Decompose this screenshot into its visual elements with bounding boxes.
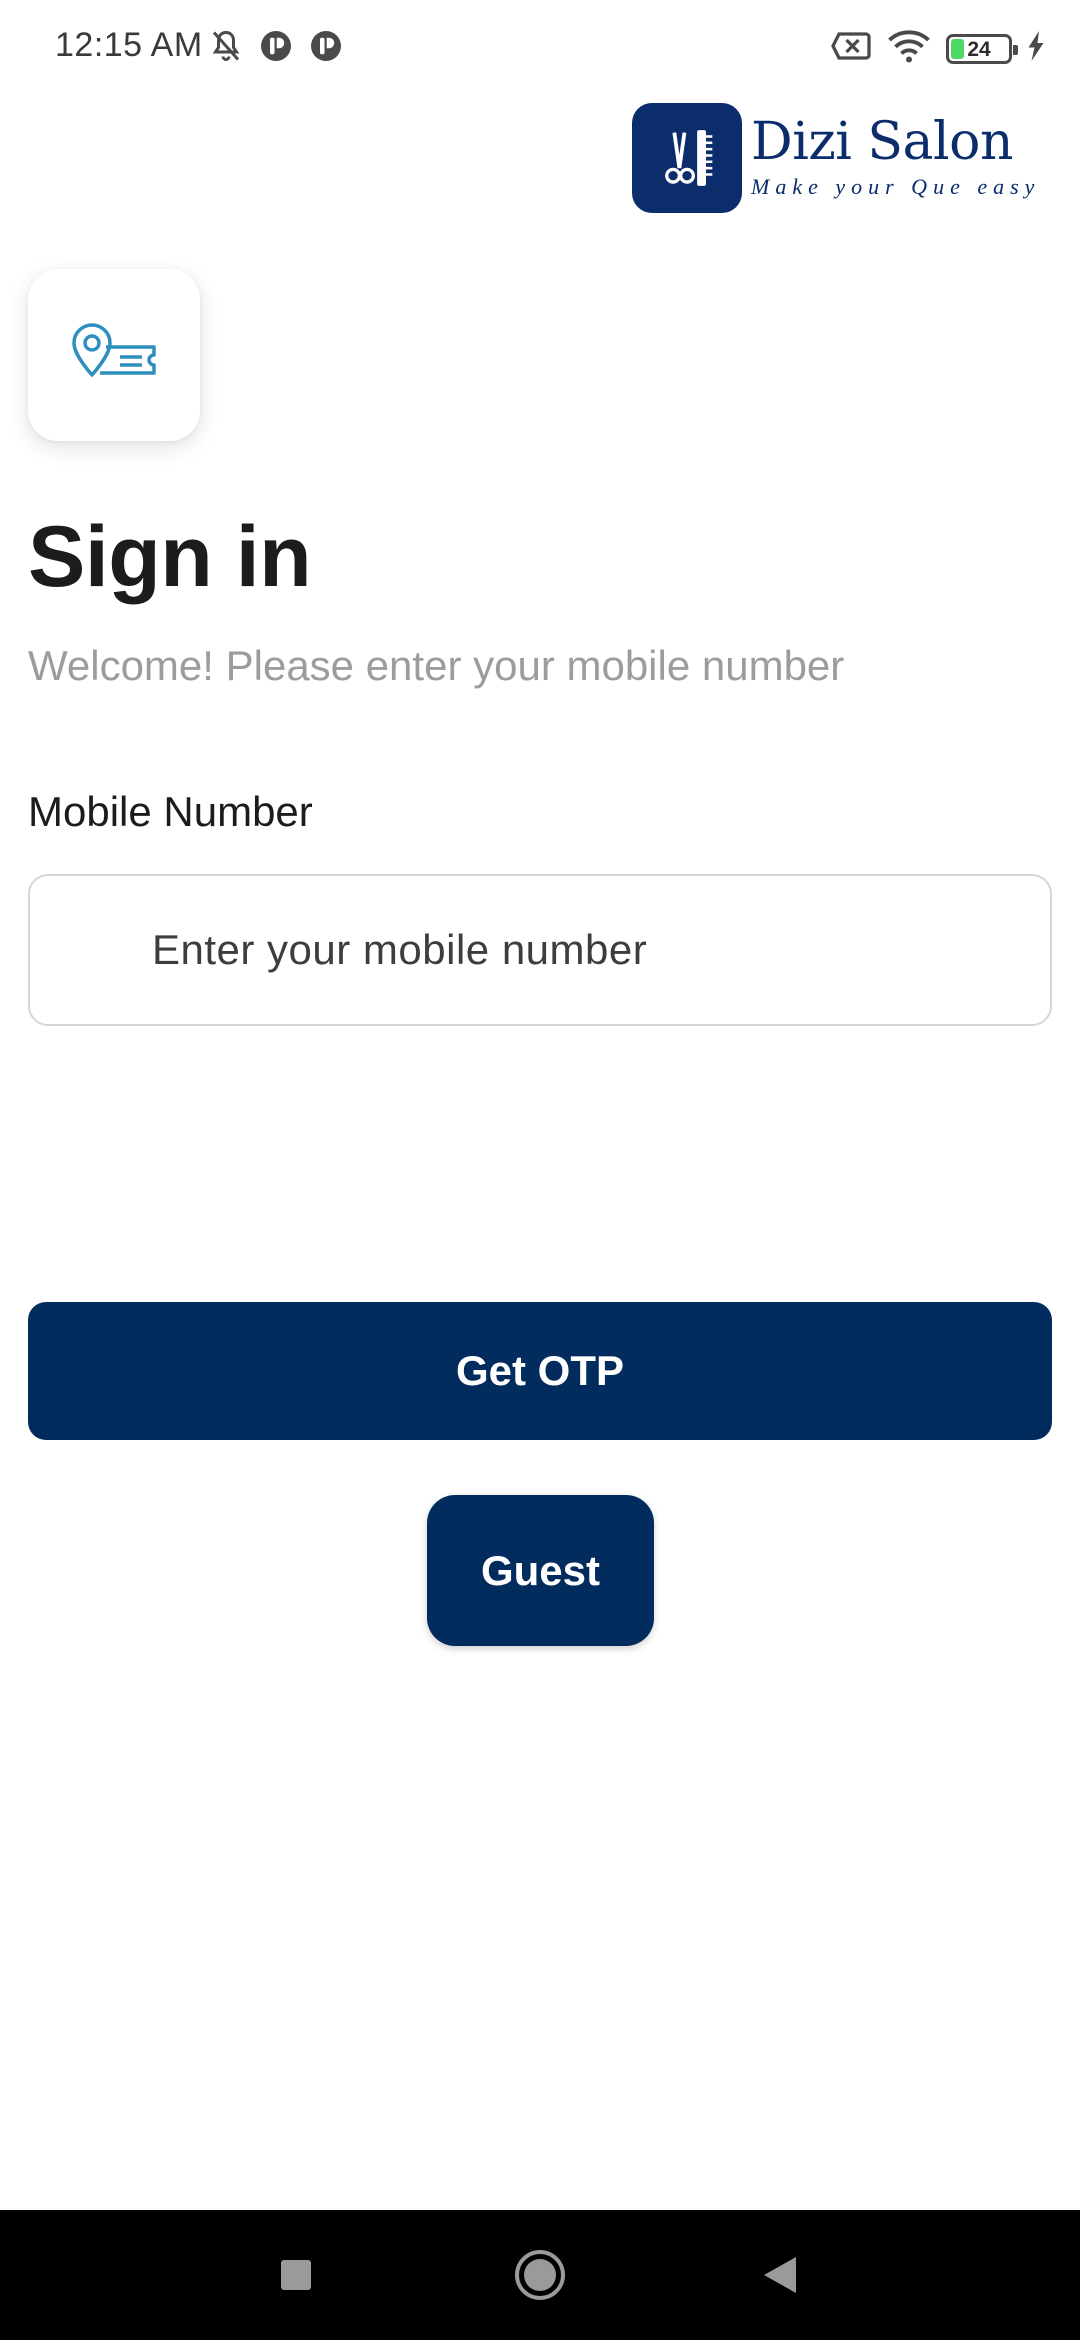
home-circle-icon[interactable] — [480, 2210, 600, 2340]
mobile-number-label: Mobile Number — [28, 788, 313, 835]
app-notification-icon — [308, 28, 344, 69]
sim-x-icon — [830, 30, 872, 67]
status-time: 12:15 AM — [55, 26, 203, 64]
recents-square-icon[interactable] — [236, 2210, 356, 2340]
brand-logo: Dizi Salon Make your Que easy — [632, 103, 1040, 213]
brand-text: Dizi Salon Make your Que easy — [751, 116, 1040, 200]
system-nav-bar — [0, 2210, 1080, 2340]
location-ticket-icon — [64, 313, 164, 398]
status-bar: 12:15 AM 24 — [0, 0, 1080, 96]
status-right-icons: 24 — [830, 28, 1046, 69]
mobile-number-field[interactable] — [28, 874, 1052, 1026]
mobile-number-input[interactable] — [152, 876, 1012, 1024]
page-subtitle: Welcome! Please enter your mobile number — [28, 642, 845, 689]
wifi-icon — [886, 28, 932, 69]
brand-tagline: Make your Que easy — [751, 174, 1041, 199]
app-notification-icon — [258, 28, 294, 69]
brand-name: Dizi Salon — [751, 112, 1013, 172]
guest-button[interactable]: Guest — [427, 1495, 654, 1646]
back-triangle-icon[interactable] — [720, 2210, 840, 2340]
battery-icon: 24 — [946, 33, 1018, 64]
scissors-comb-icon — [632, 103, 742, 213]
sign-in-screen: 12:15 AM 24 Dizi Salon Make your Que eas… — [0, 0, 1080, 2340]
battery-level: 24 — [967, 37, 991, 61]
get-otp-button[interactable]: Get OTP — [28, 1302, 1052, 1440]
app-icon-tile — [28, 269, 200, 441]
charging-bolt-icon — [1026, 31, 1046, 66]
page-title: Sign in — [28, 509, 312, 605]
status-left-icons — [208, 28, 344, 69]
bell-muted-icon — [208, 28, 244, 69]
